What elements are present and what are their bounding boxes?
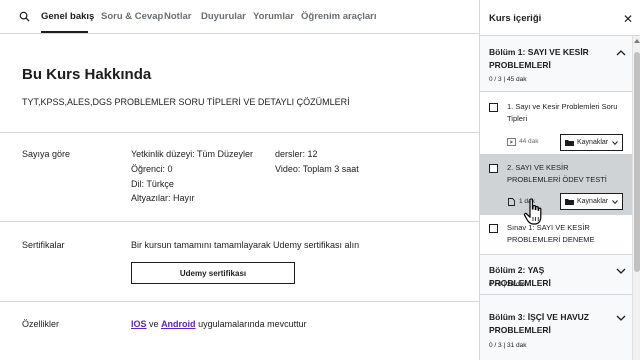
chevron-down-icon — [612, 141, 618, 145]
folder-icon — [565, 140, 574, 146]
section-title: Bölüm 1: SAYI VE KESİR PROBLEMLERİ — [489, 47, 589, 70]
features-label: Özellikler — [22, 319, 60, 329]
tab-questions-answers[interactable]: Soru & Cevap — [101, 11, 163, 22]
course-tabs: Genel bakış Soru & Cevap Notlar Duyurula… — [0, 0, 479, 34]
course-content-sidebar: Kurs içeriği ✕ Bölüm 1: SAYI VE KESİR PR… — [479, 0, 640, 360]
lecture-duration: 44 dak — [519, 138, 539, 145]
divider — [0, 301, 479, 302]
search-icon[interactable] — [19, 11, 30, 22]
lecture-item[interactable]: 1. Sayı ve Kesir Problemleri Soru Tipler… — [480, 92, 632, 154]
udemy-certificate-button[interactable]: Udemy sertifikası — [131, 262, 295, 284]
course-main-panel: Genel bakış Soru & Cevap Notlar Duyurula… — [0, 0, 479, 360]
section-meta: 0 / 3 | 31 dak — [489, 342, 527, 349]
about-title: Bu Kurs Hakkında — [22, 66, 152, 83]
resources-button[interactable]: Kaynaklar — [560, 193, 623, 210]
lecture-checkbox[interactable] — [489, 164, 498, 173]
resources-label: Kaynaklar — [577, 139, 609, 146]
tab-notes[interactable]: Notlar — [164, 11, 191, 22]
android-link[interactable]: Android — [161, 319, 196, 329]
section-3[interactable]: Bölüm 3: İŞÇİ VE HAVUZ PROBLEMLERİ 0 / 3… — [480, 295, 632, 360]
sidebar-header: Kurs içeriği ✕ — [480, 0, 640, 36]
numbers-label: Sayıya göre — [22, 149, 71, 159]
skill-level: Yetkinlik düzeyi: Tüm Düzeyler — [131, 149, 254, 159]
video-length: Video: Toplam 3 saat — [275, 164, 359, 174]
tab-announcements[interactable]: Duyurular — [201, 11, 246, 22]
tab-learning-tools[interactable]: Öğrenim araçları — [301, 11, 377, 22]
close-icon[interactable]: ✕ — [623, 12, 633, 26]
students-count: Öğrenci: 0 — [131, 164, 173, 174]
and-text: ve — [149, 319, 159, 329]
chevron-up-icon[interactable] — [616, 50, 626, 56]
folder-icon — [565, 199, 574, 205]
features-text: IOS ve Android uygulamalarında mevcuttur — [131, 319, 307, 329]
sidebar-scrollbar[interactable] — [632, 36, 640, 360]
lectures-count: dersler: 12 — [275, 149, 318, 159]
language: Dil: Türkçe — [131, 179, 174, 189]
video-icon — [507, 138, 516, 146]
ios-link[interactable]: IOS — [131, 319, 147, 329]
divider — [0, 132, 479, 133]
scrollbar-thumb[interactable] — [634, 52, 640, 272]
section-meta: 0 / 3 | 24 dak — [489, 281, 527, 288]
chevron-down-icon[interactable] — [616, 268, 626, 274]
tab-reviews[interactable]: Yorumlar — [253, 11, 294, 22]
divider — [0, 221, 479, 222]
apps-text: uygulamalarında mevcuttur — [198, 319, 307, 329]
quiz-title: Sınav 1: SAYI VE KESİR PROBLEMLERİ DENEM… — [507, 223, 595, 244]
captions: Altyazılar: Hayır — [131, 193, 195, 203]
resources-label: Kaynaklar — [577, 198, 609, 205]
scroll-up-arrow-icon[interactable] — [634, 39, 640, 43]
lecture-title: 2. SAYI VE KESİR PROBLEMLERİ ÖDEV TESTİ — [507, 163, 607, 184]
resources-button[interactable]: Kaynaklar — [560, 134, 623, 151]
quiz-checkbox[interactable] — [489, 224, 498, 233]
section-meta: 0 / 3 | 45 dak — [489, 76, 527, 83]
active-tab-indicator — [41, 31, 88, 33]
certificates-label: Sertifikalar — [22, 240, 65, 250]
section-title: Bölüm 3: İŞÇİ VE HAVUZ PROBLEMLERİ — [489, 312, 589, 335]
document-icon — [508, 198, 515, 206]
lecture-checkbox[interactable] — [489, 103, 498, 112]
lecture-duration: 1 dak — [519, 198, 535, 205]
section-1[interactable]: Bölüm 1: SAYI VE KESİR PROBLEMLERİ 0 / 3… — [480, 36, 632, 92]
sidebar-title: Kurs içeriği — [489, 13, 542, 24]
chevron-down-icon[interactable] — [616, 315, 626, 321]
lecture-item-current[interactable]: 2. SAYI VE KESİR PROBLEMLERİ ÖDEV TESTİ … — [480, 154, 632, 215]
quiz-item[interactable]: Sınav 1: SAYI VE KESİR PROBLEMLERİ DENEM… — [480, 215, 632, 255]
course-subtitle: TYT,KPSS,ALES,DGS PROBLEMLER SORU TİPLER… — [22, 97, 350, 107]
lecture-title: 1. Sayı ve Kesir Problemleri Soru Tipler… — [507, 102, 618, 123]
certificate-description: Bir kursun tamamını tamamlayarak Udemy s… — [131, 240, 360, 250]
section-2[interactable]: Bölüm 2: YAŞ PROBLEMLERİ 0 / 3 | 24 dak — [480, 255, 632, 295]
tab-overview[interactable]: Genel bakış — [41, 11, 94, 22]
chevron-down-icon — [612, 200, 618, 204]
